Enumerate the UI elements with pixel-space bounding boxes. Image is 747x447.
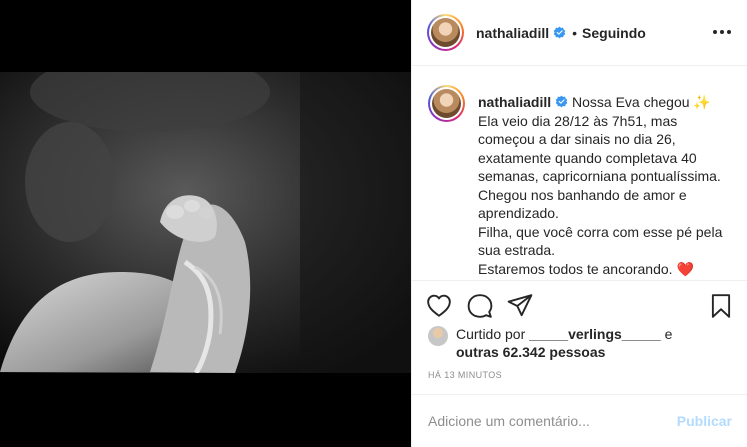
header-separator: •	[572, 24, 578, 41]
caption-author-avatar[interactable]	[428, 85, 465, 122]
caption-line-9: Estaremos todos te ancorando. ❤️	[478, 260, 694, 277]
caption-line-0: Nossa Eva chegou ✨	[572, 94, 711, 110]
comment-input[interactable]	[428, 413, 677, 429]
post-sidebar: nathaliadill • Seguindo nathaliadill Nos…	[411, 0, 747, 447]
likes-connector: e	[664, 326, 673, 342]
verified-badge-icon	[555, 95, 568, 108]
caption-line-7: Filha, que você corra com esse pé pela	[478, 223, 723, 240]
comment-bubble-icon[interactable]	[467, 293, 493, 319]
comment-bar: Publicar	[412, 394, 747, 447]
caption-line-5: Chegou nos banhando de amor e	[478, 186, 687, 203]
caption-line-4: semanas, capricorniana pontualíssima.	[478, 168, 721, 184]
liked-by-prefix: Curtido por	[456, 326, 526, 342]
post-timestamp[interactable]: HÁ 13 MINUTOS	[428, 370, 502, 380]
likes-summary: Curtido por _____verlings_____ e outras …	[428, 322, 738, 361]
paper-plane-icon[interactable]	[507, 293, 533, 319]
caption-line-1: Ela veio dia 28/12 às 7h51, mas	[478, 112, 678, 129]
caption-line-8: sua estrada.	[478, 242, 556, 258]
post-photo[interactable]	[0, 72, 411, 373]
caption-username[interactable]: nathaliadill	[478, 94, 551, 110]
publish-button[interactable]: Publicar	[677, 413, 732, 429]
action-bar	[412, 280, 747, 328]
author-username[interactable]: nathaliadill	[476, 25, 549, 41]
baby-foot-photo	[0, 72, 411, 373]
caption-line-6: aprendizado.	[478, 205, 559, 221]
photo-pane	[0, 0, 411, 447]
caption-line-3: exatamente quando completava 40	[478, 149, 697, 166]
more-options-icon[interactable]	[712, 22, 732, 42]
likes-others-link[interactable]: outras 62.342 pessoas	[456, 344, 605, 360]
caption-text: nathaliadill Nossa Eva chegou ✨ Ela veio…	[478, 80, 732, 280]
following-button[interactable]: Seguindo	[582, 25, 646, 41]
likes-text: Curtido por _____verlings_____ e outras …	[456, 322, 672, 361]
liker-username[interactable]: _____verlings_____	[529, 326, 661, 342]
caption-line: nathaliadill Nossa Eva chegou ✨	[478, 93, 732, 112]
heart-icon[interactable]	[426, 293, 452, 319]
post-header: nathaliadill • Seguindo	[412, 0, 747, 66]
liker-avatar[interactable]	[428, 326, 448, 346]
caption-line-2: começou a dar sinais no dia 26,	[478, 131, 676, 147]
verified-badge-icon	[553, 26, 566, 39]
caption: nathaliadill Nossa Eva chegou ✨ Ela veio…	[412, 80, 747, 280]
author-avatar[interactable]	[427, 14, 464, 51]
bookmark-icon[interactable]	[708, 293, 734, 319]
